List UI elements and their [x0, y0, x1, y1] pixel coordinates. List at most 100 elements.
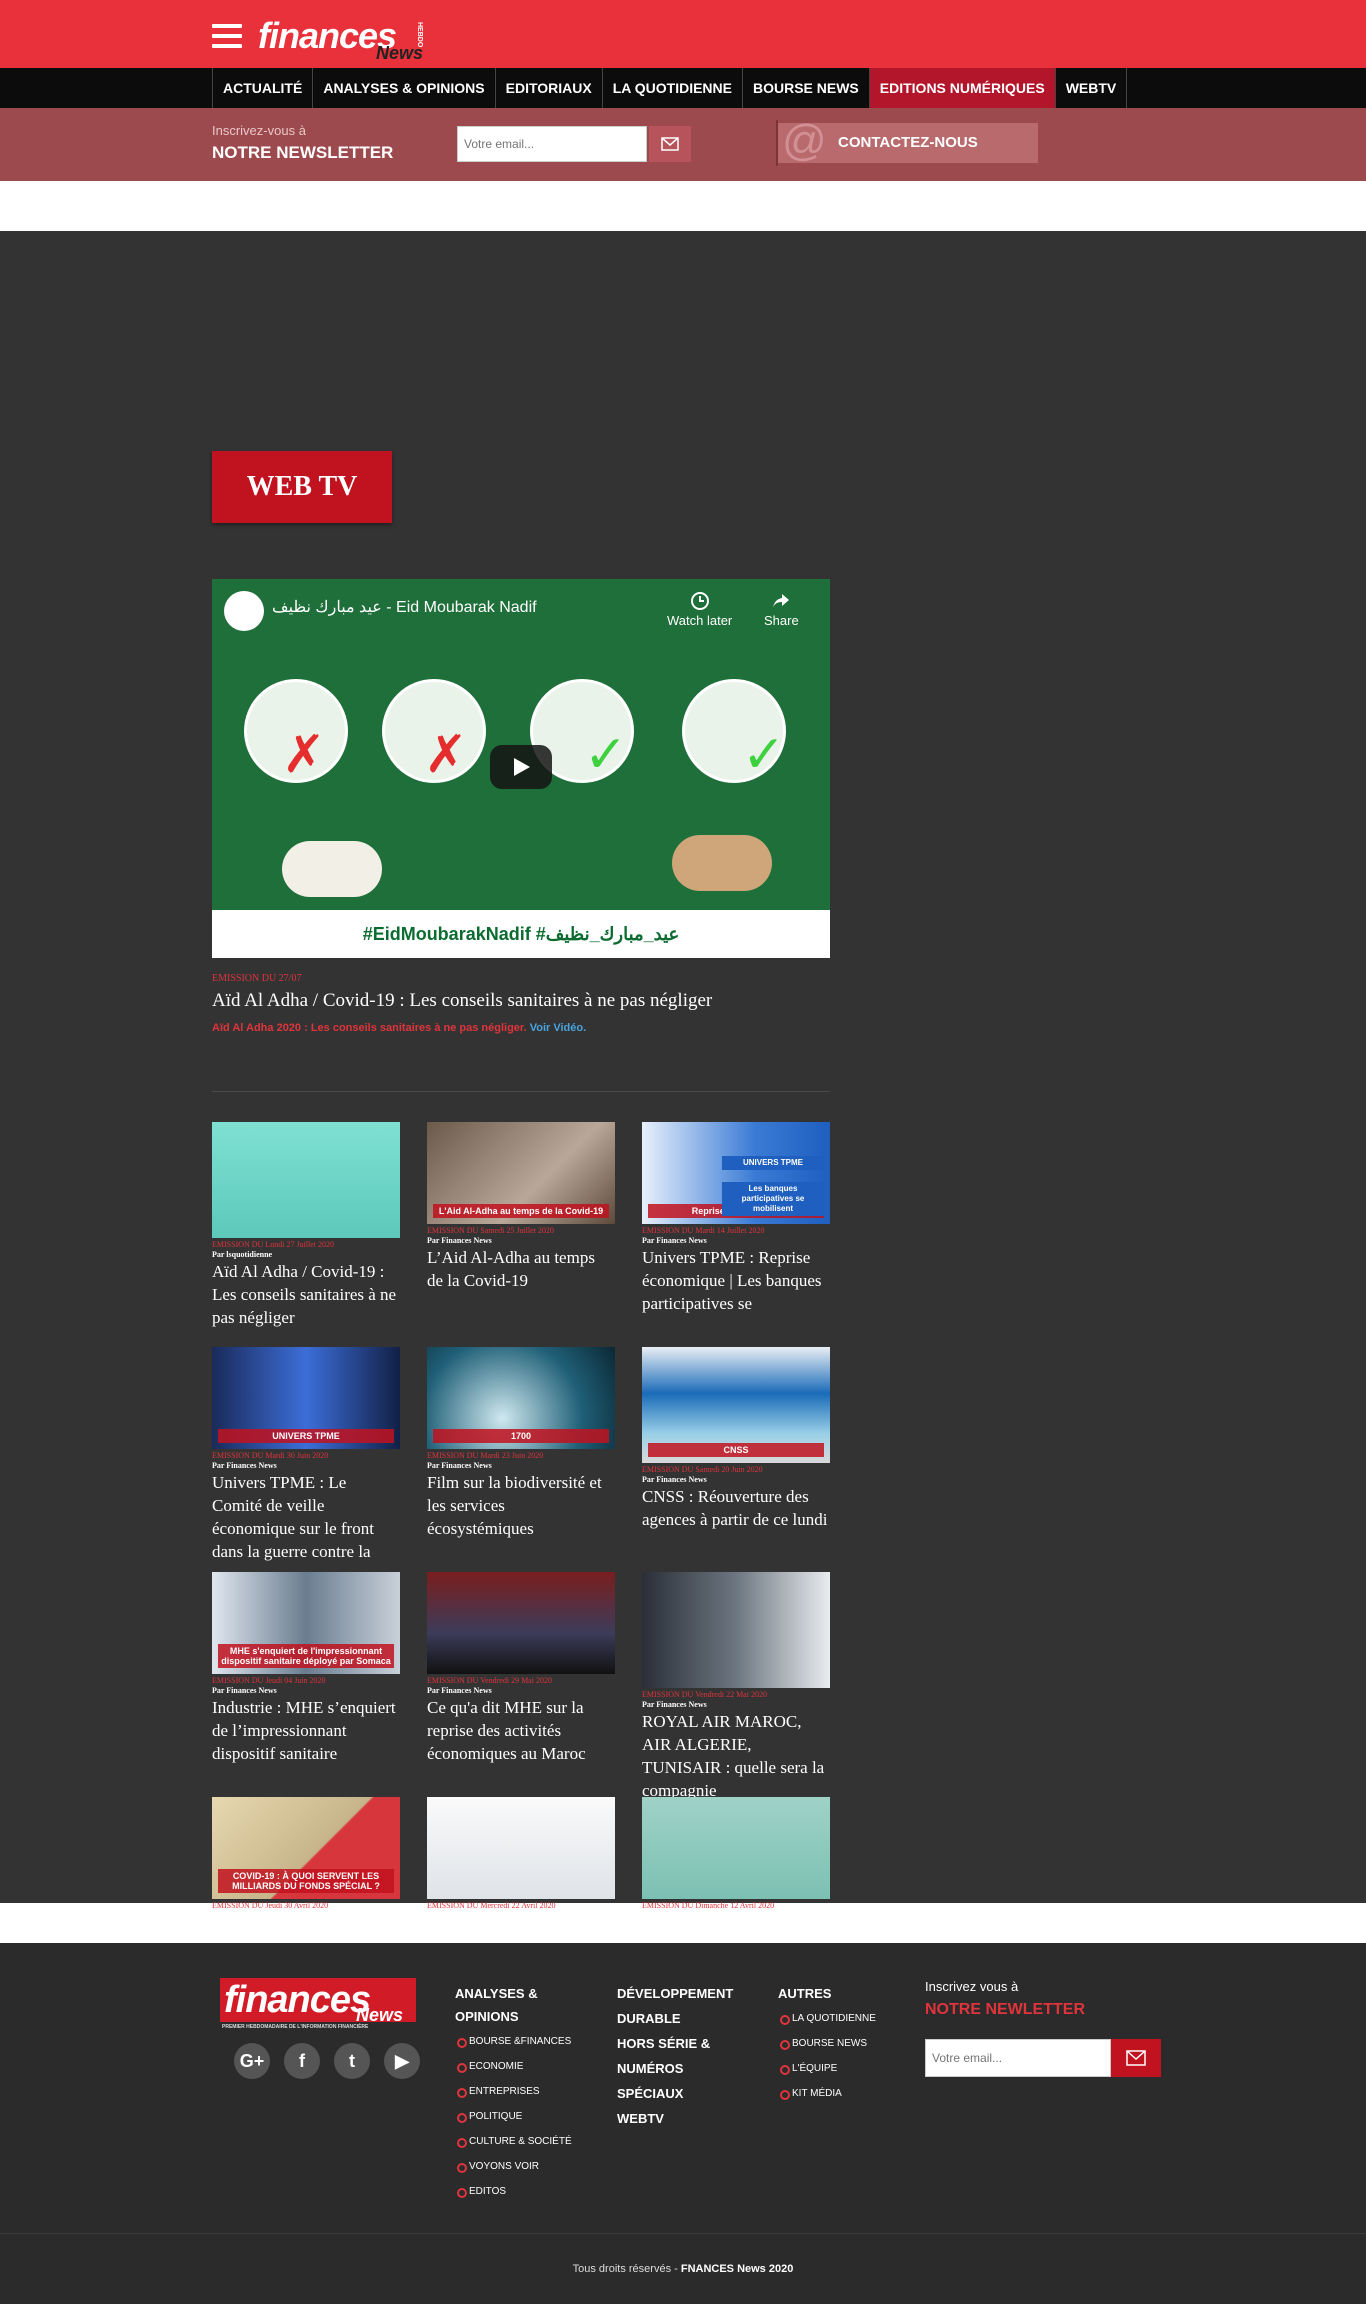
footer-link[interactable]: KIT MÉDIA: [778, 2081, 876, 2106]
watch-later-button[interactable]: Watch later: [667, 591, 732, 628]
card-author: Par Finances News: [212, 1911, 277, 1920]
video-hashtag: #EidMoubarakNadif #عيد_مبارك_نظيف: [212, 910, 830, 958]
video-thumbnail[interactable]: [642, 1797, 830, 1899]
video-thumbnail[interactable]: UNIVERS TPME: [212, 1347, 400, 1449]
video-thumbnail[interactable]: [427, 1797, 615, 1899]
video-thumbnail[interactable]: Reprise économiqueUNIVERS TPMELes banque…: [642, 1122, 830, 1224]
card-title[interactable]: Univers TPME : Le Comité de veille écono…: [212, 1471, 400, 1563]
twitter-icon[interactable]: t: [334, 2043, 370, 2079]
video-player[interactable]: عيد مبارك نظيف - Eid Moubarak Nadif Watc…: [212, 579, 830, 958]
nav-item[interactable]: EDITIONS NUMÉRIQUES: [869, 68, 1056, 108]
footer-col-heading[interactable]: HORS SÉRIE &: [617, 2031, 733, 2056]
thumbnail-caption: CNSS: [648, 1443, 824, 1457]
video-thumbnail[interactable]: [642, 1572, 830, 1688]
video-card[interactable]: 1700 EMISSION DU Mardi 23 Juin 2020 Par Fi…: [427, 1347, 615, 1540]
video-title[interactable]: عيد مبارك نظيف - Eid Moubarak Nadif: [272, 599, 537, 617]
featured-desc-text: Aïd Al Adha 2020 : Les conseils sanitair…: [212, 1022, 527, 1034]
footer-col-heading[interactable]: DÉVELOPPEMENT: [617, 1981, 733, 2006]
video-card[interactable]: EMISSION DU Lundi 27 Juillet 2020 Par lsq…: [212, 1122, 400, 1329]
nav-item[interactable]: ANALYSES & OPINIONS: [313, 68, 496, 108]
video-card[interactable]: MHE s'enquiert de l'impressionnant dispo…: [212, 1572, 400, 1765]
card-title[interactable]: L’Aid Al-Adha au temps de la Covid-19: [427, 1246, 615, 1292]
footer-col-heading[interactable]: OPINIONS: [455, 2004, 572, 2029]
footer-link[interactable]: POLITIQUE: [455, 2104, 572, 2129]
footer-link[interactable]: EDITOS: [455, 2179, 572, 2204]
footer-link[interactable]: VOYONS VOIR: [455, 2154, 572, 2179]
share-button[interactable]: Share: [764, 591, 799, 628]
card-author: Par Finances News: [427, 1236, 492, 1245]
video-thumbnail[interactable]: MHE s'enquiert de l'impressionnant dispo…: [212, 1572, 400, 1674]
youtube-icon[interactable]: ▶: [384, 2043, 420, 2079]
card-date: EMISSION DU Lundi 27 Juillet 2020: [212, 1240, 334, 1249]
card-title[interactable]: ROYAL AIR MAROC, AIR ALGERIE, TUNISAIR :…: [642, 1710, 830, 1802]
facebook-icon[interactable]: f: [284, 2043, 320, 2079]
card-title[interactable]: Aïd Al Adha / Covid-19 : Les conseils sa…: [212, 1260, 400, 1329]
thumbnail-caption: L'Aid Al-Adha au temps de la Covid-19: [433, 1204, 609, 1218]
footer-link[interactable]: LA QUOTIDIENNE: [778, 2006, 876, 2031]
video-thumbnail[interactable]: 1700: [427, 1347, 615, 1449]
check-icon: ✓: [742, 725, 786, 785]
google-plus-icon[interactable]: G+: [234, 2043, 270, 2079]
footer-link[interactable]: CULTURE & SOCIÉTÉ: [455, 2129, 572, 2154]
contact-label: CONTACTEZ-NOUS: [838, 134, 978, 151]
nav-item[interactable]: WEBTV: [1056, 68, 1128, 108]
footer-email-input[interactable]: [925, 2039, 1111, 2077]
card-date: EMISSION DU Jeudi 30 Avril 2020: [212, 1901, 329, 1910]
card-date: EMISSION DU Dimanche 12 Avril 2020: [642, 1901, 775, 1910]
newsletter-small-label: Inscrivez-vous à: [212, 123, 306, 138]
nav-item[interactable]: ACTUALITÉ: [213, 68, 314, 108]
nav-item[interactable]: LA QUOTIDIENNE: [603, 68, 743, 108]
sheep-illustration: [282, 841, 382, 897]
video-thumbnail[interactable]: CNSS: [642, 1347, 830, 1463]
card-author: Par Finances News: [642, 1475, 707, 1484]
footer-link[interactable]: ENTREPRISES: [455, 2079, 572, 2104]
card-author: Par lsquotidienne: [212, 1250, 273, 1259]
contact-button[interactable]: @ CONTACTEZ-NOUS: [778, 119, 1038, 163]
newsletter-submit-button[interactable]: [649, 126, 691, 162]
card-title[interactable]: Univers TPME : Reprise économique | Les …: [642, 1246, 830, 1315]
thumbnail-caption: 1700: [433, 1429, 609, 1443]
footer-col-heading[interactable]: WEBTV: [617, 2106, 733, 2131]
video-thumbnail[interactable]: COVID-19 : À QUOI SERVENT LES MILLIARDS …: [212, 1797, 400, 1899]
channel-avatar[interactable]: [224, 591, 264, 631]
video-card[interactable]: L'Aid Al-Adha au temps de la Covid-19 EMI…: [427, 1122, 615, 1292]
footer-link[interactable]: BOURSE NEWS: [778, 2031, 876, 2056]
nav-item[interactable]: BOURSE NEWS: [743, 68, 870, 108]
footer-col-heading[interactable]: NUMÉROS: [617, 2056, 733, 2081]
newsletter-bar: Inscrivez-vous à NOTRE NEWSLETTER @ CONT…: [0, 108, 1366, 181]
footer-link[interactable]: BOURSE &FINANCES: [455, 2029, 572, 2054]
video-card[interactable]: Reprise économiqueUNIVERS TPMELes banque…: [642, 1122, 830, 1315]
featured-title[interactable]: Aïd Al Adha / Covid-19 : Les conseils sa…: [212, 989, 712, 1013]
at-icon: @: [782, 116, 827, 165]
footer-newsletter-submit[interactable]: [1111, 2039, 1161, 2077]
footer-link[interactable]: L'ÉQUIPE: [778, 2056, 876, 2081]
footer-col-heading[interactable]: ANALYSES &: [455, 1981, 572, 2006]
sheep-illustration: [672, 835, 772, 891]
newsletter-email-input[interactable]: [457, 126, 647, 162]
card-title[interactable]: Ce qu'a dit MHE sur la reprise des activ…: [427, 1696, 615, 1765]
newsletter-big-label: NOTRE NEWSLETTER: [212, 143, 394, 162]
card-title[interactable]: CNSS : Réouverture des agences à partir …: [642, 1485, 830, 1531]
video-thumbnail[interactable]: L'Aid Al-Adha au temps de la Covid-19: [427, 1122, 615, 1224]
hamburger-menu-icon[interactable]: [212, 24, 242, 48]
footer-logo-tagline: PREMIER HEBDOMADAIRE DE L'INFORMATION FI…: [222, 2024, 369, 2030]
card-author: Par Finances News: [427, 1911, 492, 1920]
video-card[interactable]: UNIVERS TPME EMISSION DU Mardi 30 Juin 20…: [212, 1347, 400, 1563]
play-button[interactable]: [490, 745, 552, 789]
footer-col-heading[interactable]: DURABLE: [617, 2006, 733, 2031]
video-card[interactable]: CNSS EMISSION DU Samedi 20 Juin 2020 Par F…: [642, 1347, 830, 1531]
video-card[interactable]: EMISSION DU Vendredi 29 Mai 2020 Par Fina…: [427, 1572, 615, 1765]
video-card[interactable]: EMISSION DU Vendredi 22 Mai 2020 Par Fina…: [642, 1572, 830, 1802]
footer-link[interactable]: ECONOMIE: [455, 2054, 572, 2079]
nav-item[interactable]: EDITORIAUX: [496, 68, 603, 108]
copyright-text: Tous droits réservés -: [572, 2263, 681, 2275]
footer-col-heading[interactable]: SPÉCIAUX: [617, 2081, 733, 2106]
featured-watch-link[interactable]: Voir Vidéo.: [530, 1022, 586, 1034]
video-thumbnail[interactable]: [212, 1122, 400, 1238]
envelope-icon: [1126, 2050, 1146, 2066]
footer-col-analyses: ANALYSES & OPINIONS BOURSE &FINANCES ECON…: [455, 1981, 572, 2204]
video-thumbnail[interactable]: [427, 1572, 615, 1674]
card-title[interactable]: Industrie : MHE s’enquiert de l’impressi…: [212, 1696, 400, 1765]
footer-logo[interactable]: finances News PREMIER HEBDOMADAIRE DE L'…: [220, 1978, 420, 2034]
card-title[interactable]: Film sur la biodiversité et les services…: [427, 1471, 615, 1540]
